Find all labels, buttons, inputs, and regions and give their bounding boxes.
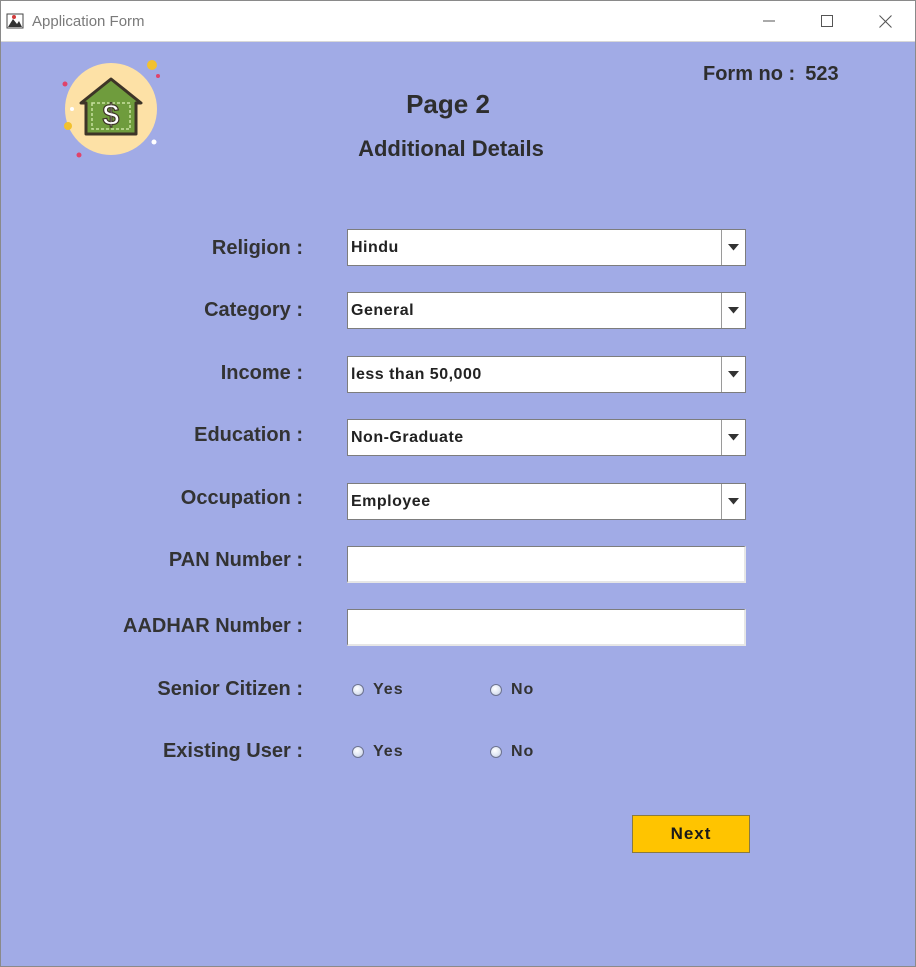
app-icon (6, 12, 24, 30)
existing-user-label: Existing User : (162, 740, 303, 762)
chevron-down-icon[interactable] (721, 484, 745, 519)
religion-label: Religion : (211, 237, 303, 259)
existing-user-yes-radio[interactable]: Yes (352, 743, 404, 761)
occupation-value: Employee (351, 493, 431, 510)
form-number-value: 523 (805, 63, 839, 85)
aadhar-number-label: AADHAR Number : (123, 615, 303, 637)
radio-circle[interactable] (490, 684, 502, 696)
radio-circle[interactable] (352, 684, 364, 696)
occupation-select[interactable]: Employee (347, 483, 746, 520)
education-label: Education : (194, 424, 303, 446)
senior-citizen-yes-radio[interactable]: Yes (352, 681, 404, 699)
senior-citizen-no-radio[interactable]: No (490, 681, 534, 699)
title-bar: Application Form (1, 1, 915, 42)
category-label: Category : (204, 299, 303, 321)
existing-user-yes-label: Yes (373, 743, 404, 760)
existing-user-no-radio[interactable]: No (490, 743, 534, 761)
income-label: Income : (220, 362, 303, 384)
pan-number-label: PAN Number : (168, 549, 303, 571)
occupation-label: Occupation : (180, 487, 303, 509)
religion-select[interactable]: Hindu (347, 229, 746, 266)
education-value: Non-Graduate (351, 429, 464, 446)
category-select[interactable]: General (347, 292, 746, 329)
page-title: Page 2 (406, 89, 490, 119)
chevron-down-icon[interactable] (721, 357, 745, 392)
senior-citizen-label: Senior Citizen : (157, 678, 303, 700)
page-subtitle: Additional Details (358, 136, 544, 161)
radio-circle[interactable] (352, 746, 364, 758)
religion-value: Hindu (351, 239, 399, 256)
category-value: General (351, 302, 415, 319)
maximize-icon (821, 15, 833, 27)
chevron-down-icon[interactable] (721, 230, 745, 265)
form-number-label: Form no : (703, 63, 796, 85)
application-window: Application Form $ Form no: 523 Page 2 … (0, 0, 916, 967)
close-button[interactable] (856, 1, 914, 41)
aadhar-number-field[interactable] (347, 609, 746, 646)
minimize-button[interactable] (740, 1, 798, 41)
chevron-down-icon[interactable] (721, 293, 745, 328)
minimize-icon (763, 15, 775, 27)
radio-circle[interactable] (490, 746, 502, 758)
form-number: Form no : 523 (703, 63, 839, 86)
pan-number-field[interactable] (347, 546, 746, 583)
window-title: Application Form (32, 13, 145, 30)
chevron-down-icon[interactable] (721, 420, 745, 455)
senior-citizen-no-label: No (511, 681, 535, 698)
next-button[interactable]: Next (632, 815, 750, 853)
education-select[interactable]: Non-Graduate (347, 419, 746, 456)
senior-citizen-yes-label: Yes (373, 681, 404, 698)
income-select[interactable]: less than 50,000 (347, 356, 746, 393)
maximize-button[interactable] (798, 1, 856, 41)
close-icon (878, 14, 892, 28)
income-value: less than 50,000 (351, 366, 482, 383)
existing-user-no-label: No (511, 743, 535, 760)
